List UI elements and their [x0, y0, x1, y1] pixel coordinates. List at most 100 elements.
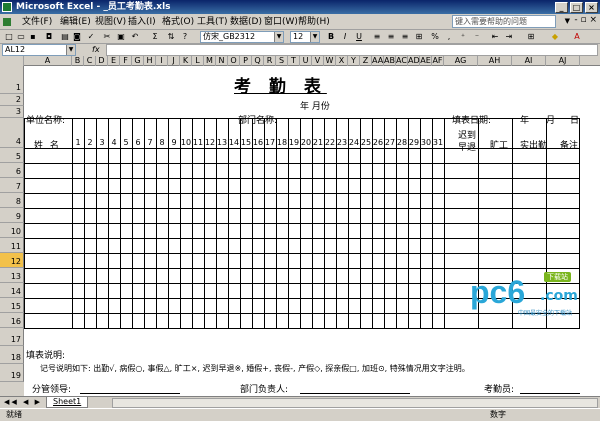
font-name-select[interactable]: 仿宋_GB2312 ▼ [200, 31, 284, 43]
row-header-18[interactable]: 18 [0, 346, 24, 364]
column-header-af[interactable]: AF [432, 56, 444, 66]
spelling-icon[interactable]: ✓ [86, 32, 96, 42]
column-header-d[interactable]: D [96, 56, 108, 66]
column-header-p[interactable]: P [240, 56, 252, 66]
worksheet[interactable]: 考 勤 表 年 月份 单位名称: 部门名称: 填表日期: 年 月 日 姓 名 1… [24, 66, 600, 396]
column-header-i[interactable]: I [156, 56, 168, 66]
tab-sheet1[interactable]: Sheet1 [46, 397, 89, 408]
column-header-aj[interactable]: AJ [546, 56, 580, 66]
autosum-icon[interactable]: Σ [150, 32, 160, 42]
menu-insert[interactable]: 插入(I) [128, 16, 156, 28]
column-header-l[interactable]: L [192, 56, 204, 66]
column-header-c[interactable]: C [84, 56, 96, 66]
row-header-9[interactable]: 9 [0, 208, 24, 223]
row-header-13[interactable]: 13 [0, 268, 24, 283]
preview-icon[interactable]: ◙ [72, 32, 82, 42]
row-header-7[interactable]: 7 [0, 178, 24, 193]
column-header-f[interactable]: F [120, 56, 132, 66]
column-header-ae[interactable]: AE [420, 56, 432, 66]
row-header-4[interactable]: 4 [0, 118, 24, 148]
borders-icon[interactable]: ⊞ [526, 32, 536, 42]
row-header-12[interactable]: 12 [0, 253, 24, 268]
row-header-2[interactable]: 2 [0, 94, 24, 106]
column-header-x[interactable]: X [336, 56, 348, 66]
help-dropdown-icon[interactable]: ▼ [565, 17, 570, 25]
menu-help[interactable]: 帮助(H) [298, 16, 330, 28]
bold-button[interactable]: B [326, 32, 336, 42]
row-header-15[interactable]: 15 [0, 298, 24, 313]
column-header-w[interactable]: W [324, 56, 336, 66]
column-header-ai[interactable]: AI [512, 56, 546, 66]
row-header-3[interactable]: 3 [0, 106, 24, 118]
help-search-input[interactable]: 键入需要帮助的问题 [452, 15, 556, 28]
name-box[interactable]: AL12 ▼ [2, 44, 76, 56]
column-header-m[interactable]: M [204, 56, 216, 66]
align-center-icon[interactable]: ≡ [386, 32, 396, 42]
fx-icon[interactable]: fx [92, 44, 100, 56]
fill-color-icon[interactable]: ◆ [550, 32, 560, 42]
column-header-ac[interactable]: AC [396, 56, 408, 66]
row-header-10[interactable]: 10 [0, 223, 24, 238]
column-header-ah[interactable]: AH [478, 56, 512, 66]
italic-button[interactable]: I [340, 32, 350, 42]
minimize-button[interactable]: _ [555, 2, 568, 13]
column-header-g[interactable]: G [132, 56, 144, 66]
column-header-ad[interactable]: AD [408, 56, 420, 66]
merge-center-icon[interactable]: ⊞ [414, 32, 424, 42]
save-icon[interactable]: ▪ [28, 32, 38, 42]
column-header-aa[interactable]: AA [372, 56, 384, 66]
row-header-1[interactable]: 1 [0, 66, 24, 94]
doc-close-icon[interactable]: - ▫ × [574, 15, 597, 25]
menu-edit[interactable]: 编辑(E) [60, 16, 91, 28]
column-header-b[interactable]: B [72, 56, 84, 66]
sort-icon[interactable]: ⇅ [166, 32, 176, 42]
column-header-t[interactable]: T [288, 56, 300, 66]
menu-window[interactable]: 窗口(W) [264, 16, 298, 28]
row-header-19[interactable]: 19 [0, 364, 24, 382]
column-header-s[interactable]: S [276, 56, 288, 66]
decrease-decimal-icon[interactable]: ⁻ [472, 32, 482, 42]
column-header-v[interactable]: V [312, 56, 324, 66]
underline-button[interactable]: U [354, 32, 364, 42]
increase-indent-icon[interactable]: ⇥ [504, 32, 514, 42]
open-icon[interactable]: ▭ [16, 32, 26, 42]
column-header-ab[interactable]: AB [384, 56, 396, 66]
column-header-ag[interactable]: AG [444, 56, 478, 66]
menu-format[interactable]: 格式(O) [162, 16, 194, 28]
column-header-y[interactable]: Y [348, 56, 360, 66]
column-header-o[interactable]: O [228, 56, 240, 66]
formula-input[interactable] [106, 44, 598, 56]
new-icon[interactable]: □ [4, 32, 14, 42]
column-header-j[interactable]: J [168, 56, 180, 66]
column-header-u[interactable]: U [300, 56, 312, 66]
permission-icon[interactable]: ◘ [44, 32, 54, 42]
comma-style-icon[interactable]: , [444, 32, 454, 42]
column-header-k[interactable]: K [180, 56, 192, 66]
decrease-indent-icon[interactable]: ⇤ [490, 32, 500, 42]
paste-icon[interactable]: ▣ [116, 32, 126, 42]
menu-data[interactable]: 数据(D) [230, 16, 262, 28]
align-left-icon[interactable]: ≡ [372, 32, 382, 42]
select-all-corner[interactable] [0, 56, 24, 66]
column-header-e[interactable]: E [108, 56, 120, 66]
menu-view[interactable]: 视图(V) [95, 16, 126, 28]
row-header-11[interactable]: 11 [0, 238, 24, 253]
row-header-6[interactable]: 6 [0, 163, 24, 178]
close-button[interactable]: × [585, 2, 598, 13]
percent-button[interactable]: % [430, 32, 440, 42]
row-header-17[interactable]: 17 [0, 328, 24, 346]
row-header-5[interactable]: 5 [0, 148, 24, 163]
horizontal-scrollbar[interactable] [112, 398, 598, 408]
cut-icon[interactable]: ✂ [102, 32, 112, 42]
row-header-16[interactable]: 16 [0, 313, 24, 328]
column-header-a[interactable]: A [24, 56, 72, 66]
font-size-select[interactable]: 12 ▼ [290, 31, 320, 43]
increase-decimal-icon[interactable]: ⁺ [458, 32, 468, 42]
column-header-h[interactable]: H [144, 56, 156, 66]
column-header-n[interactable]: N [216, 56, 228, 66]
column-header-q[interactable]: Q [252, 56, 264, 66]
menu-file[interactable]: 文件(F) [22, 16, 52, 28]
menu-tools[interactable]: 工具(T) [197, 16, 228, 28]
column-header-r[interactable]: R [264, 56, 276, 66]
font-color-icon[interactable]: A [572, 32, 582, 42]
